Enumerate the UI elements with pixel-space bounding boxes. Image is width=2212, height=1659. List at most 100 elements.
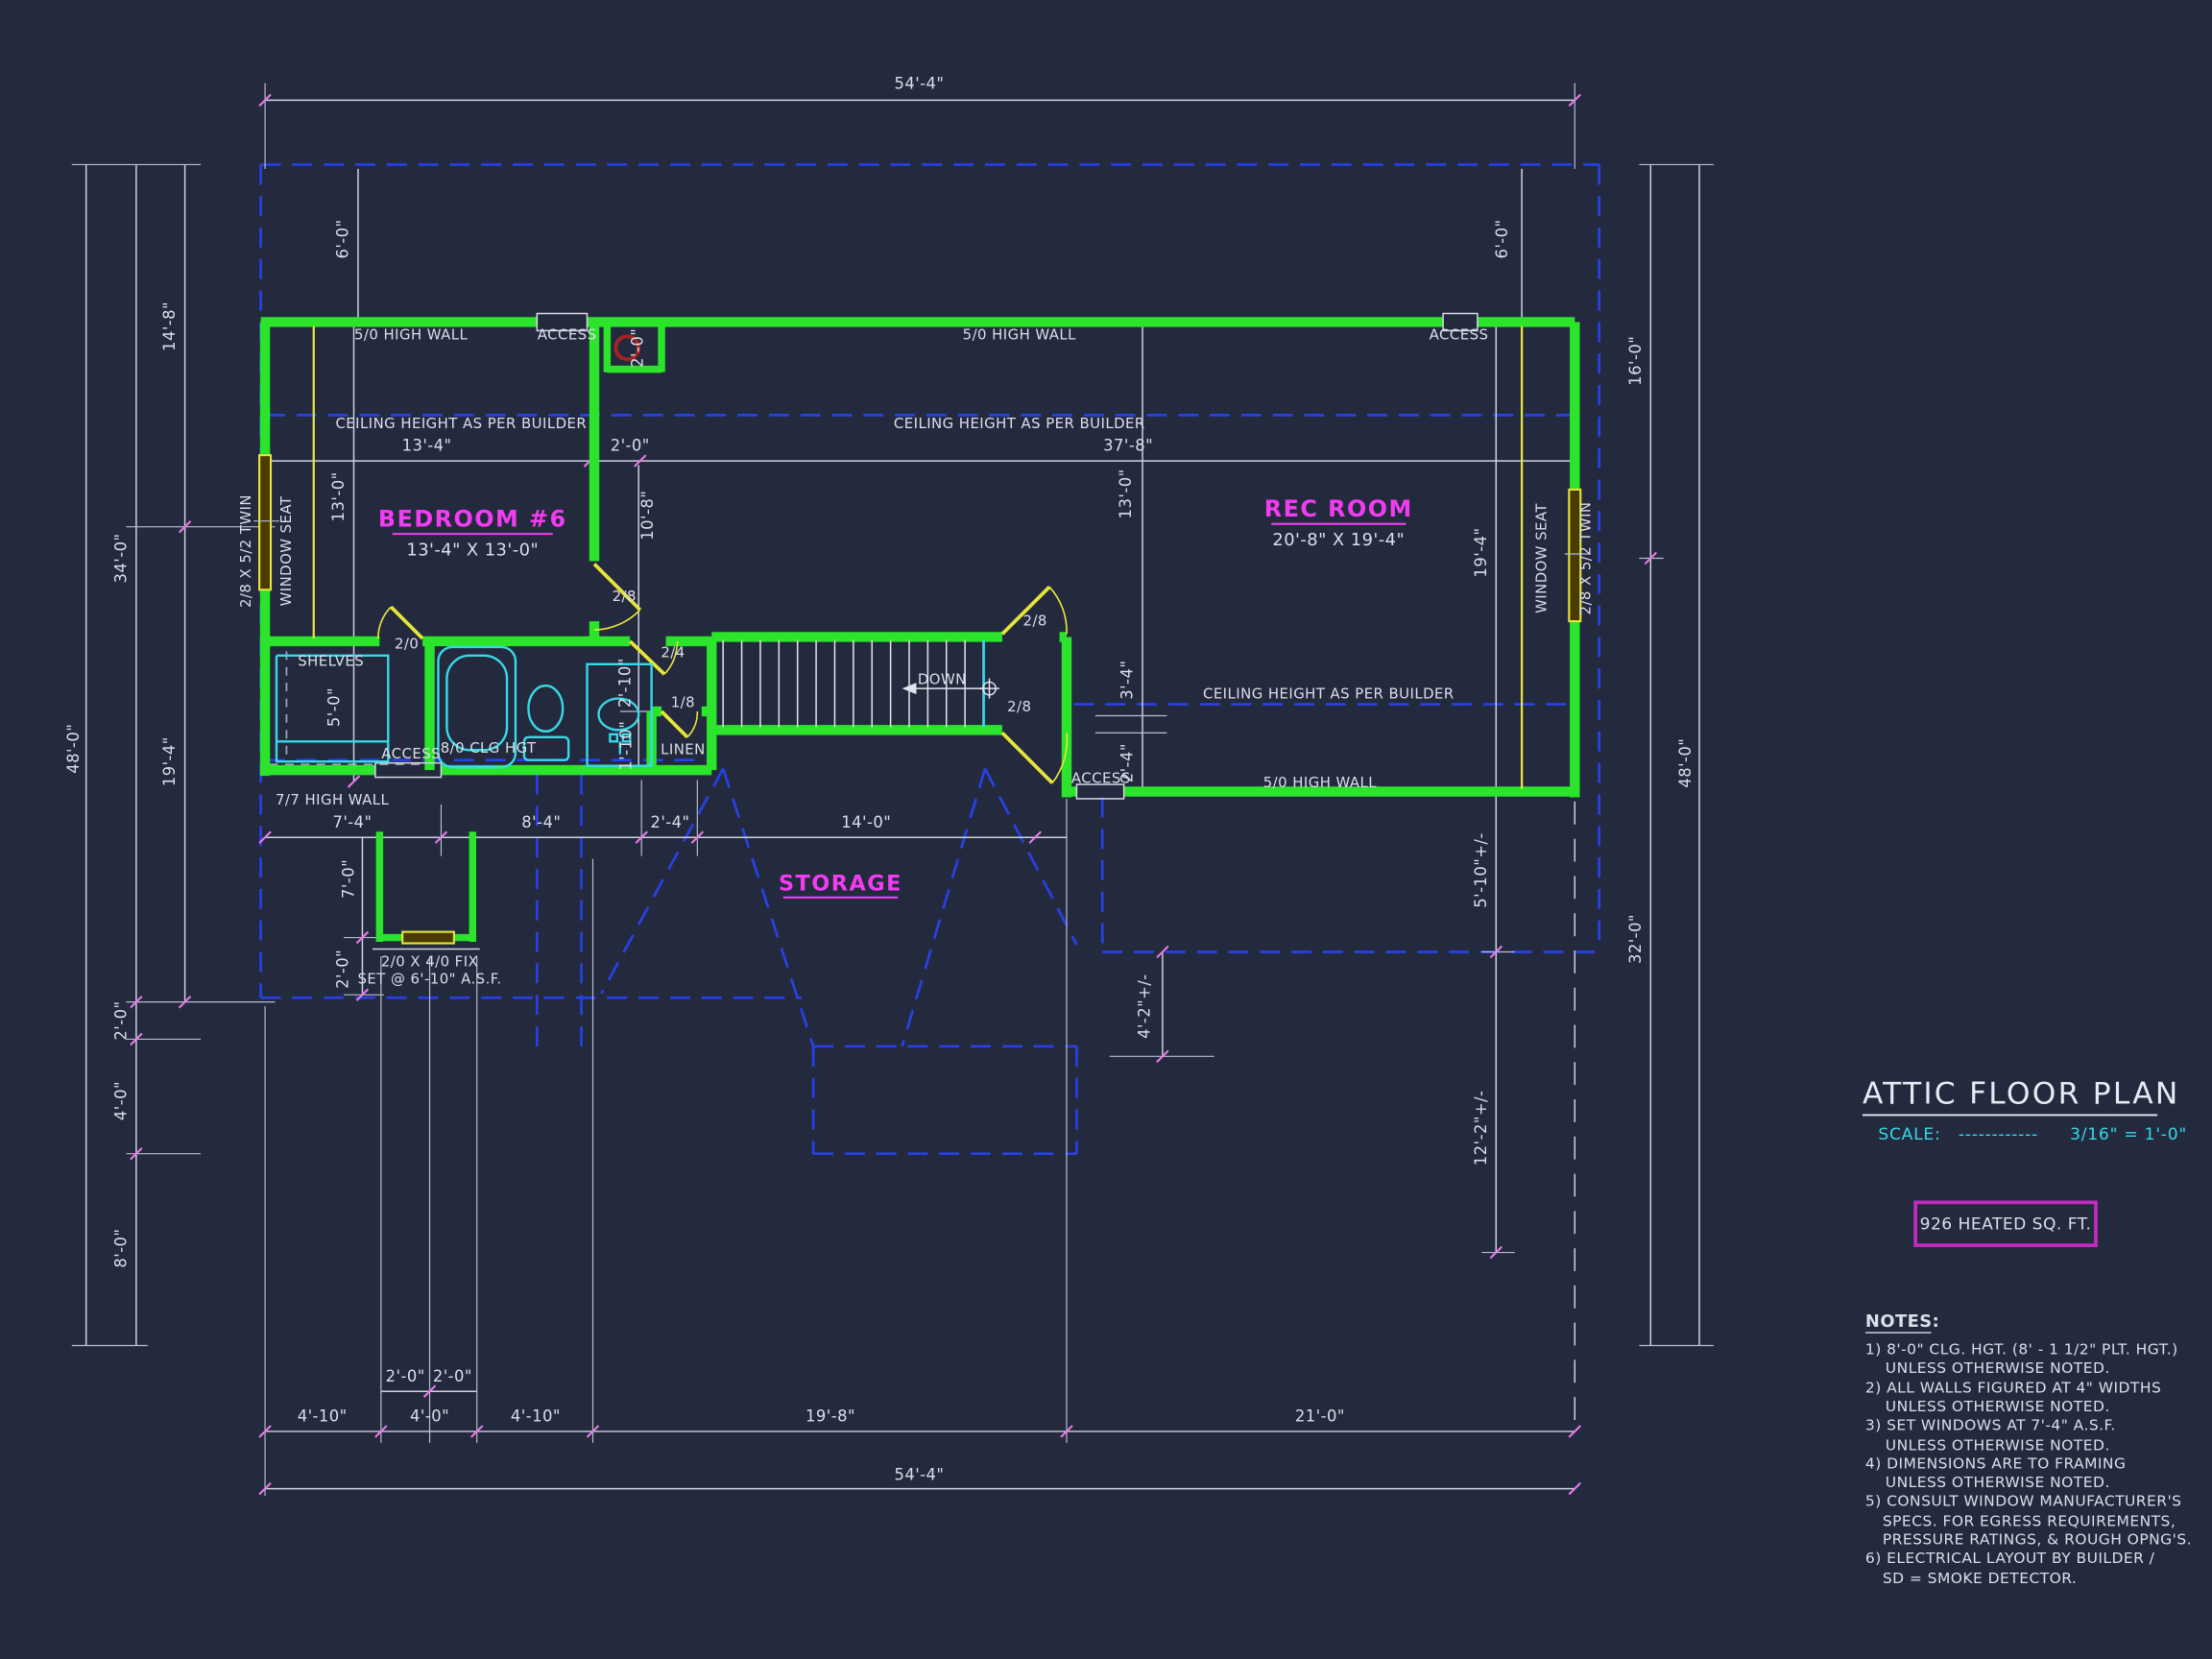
- dim: 7'-0": [340, 859, 358, 899]
- dim: 2'-0": [386, 1367, 425, 1385]
- fixed-window-note: SET @ 6'-10" A.S.F.: [358, 970, 502, 987]
- notes-heading: NOTES:: [1865, 1311, 1939, 1332]
- dim: 5'-0": [325, 687, 344, 727]
- heated-area-label: 926 HEATED SQ. FT.: [1920, 1215, 2092, 1235]
- note-line: SD = SMOKE DETECTOR.: [1883, 1570, 2077, 1587]
- dim: 2'-0": [629, 328, 647, 368]
- dim: 4'-0": [111, 1081, 130, 1120]
- dim: 8'-0": [111, 1229, 130, 1268]
- note-line: 6) ELECTRICAL LAYOUT BY BUILDER /: [1865, 1550, 2155, 1567]
- room-size-rec: 20'-8" X 19'-4": [1272, 530, 1405, 550]
- dim: 32'-0": [1626, 914, 1645, 964]
- dim: 2'-0": [433, 1367, 472, 1385]
- dim: 21'-0": [1295, 1407, 1345, 1426]
- note-line: PRESSURE RATINGS, & ROUGH OPNG'S.: [1883, 1531, 2192, 1549]
- note-line: UNLESS OTHERWISE NOTED.: [1886, 1398, 2110, 1415]
- window-seat-label: WINDOW SEAT: [277, 495, 295, 606]
- dim: 2'-0": [111, 1001, 130, 1041]
- note-line: UNLESS OTHERWISE NOTED.: [1886, 1474, 2110, 1491]
- access-label: ACCESS: [1071, 770, 1131, 787]
- note-line: 5) CONSULT WINDOW MANUFACTURER'S: [1865, 1492, 2182, 1509]
- room-size-bedroom: 13'-4" X 13'-0": [406, 540, 539, 560]
- door-size-label: 1/8: [671, 694, 695, 711]
- title-block: ATTIC FLOOR PLAN SCALE: ------------ 3/1…: [1863, 1077, 2192, 1587]
- dim: 7'-4": [332, 813, 372, 831]
- dim: 12'-2"+/-: [1472, 1091, 1490, 1166]
- room-name-storage: STORAGE: [779, 871, 902, 896]
- dim: 2'-10": [615, 658, 634, 708]
- dim: 6'-0": [334, 219, 352, 258]
- dim: 4'-10": [511, 1407, 561, 1426]
- linen-label: LINEN: [661, 741, 706, 758]
- shelves-label: SHELVES: [298, 652, 364, 669]
- note-line: 1) 8'-0" CLG. HGT. (8' - 1 1/2" PLT. HGT…: [1865, 1340, 2178, 1358]
- dim: 37'-8": [1103, 437, 1153, 455]
- dim: 3'-4": [1118, 661, 1137, 700]
- floor-plan-drawing: 54'-4" 54'-4" 6'-0" 6'-0" 14'-8" 19'-4" …: [0, 0, 2212, 1659]
- dim: 10'-8": [638, 491, 657, 541]
- note-line: UNLESS OTHERWISE NOTED.: [1886, 1436, 2110, 1454]
- note-line: 3) SET WINDOWS AT 7'-4" A.S.F.: [1865, 1416, 2116, 1433]
- twin-window-label: 2/8 X 5/2 TWIN: [1577, 501, 1595, 614]
- high-wall-label: 5/0 HIGH WALL: [354, 325, 469, 343]
- scale-note: SCALE: ------------ 3/16" = 1'-0": [1878, 1125, 2187, 1144]
- ceiling-height-label: CEILING HEIGHT AS PER BUILDER: [335, 415, 587, 432]
- dim: 13'-0": [329, 471, 348, 521]
- roof-outline-dashed: [261, 164, 1599, 1433]
- annotation-texts: 5/0 HIGH WALL 5/0 HIGH WALL 5/0 HIGH WAL…: [237, 325, 1595, 987]
- note-line: 4) DIMENSIONS ARE TO FRAMING: [1865, 1455, 2126, 1473]
- door-size-label: 2/0: [395, 635, 419, 652]
- dormer-fixed-window: [402, 932, 454, 944]
- dim: 6'-0": [1493, 219, 1511, 258]
- high-wall-label: 5/0 HIGH WALL: [963, 325, 1077, 343]
- twin-window-left: [259, 455, 271, 589]
- door-size-label: 2/8: [1023, 613, 1047, 630]
- note-line: 2) ALL WALLS FIGURED AT 4" WIDTHS: [1865, 1380, 2161, 1397]
- dim: 2'-4": [650, 813, 689, 831]
- dim: 13'-4": [402, 437, 452, 455]
- room-name-rec: REC ROOM: [1264, 495, 1413, 522]
- down-label: DOWN: [918, 671, 967, 688]
- dim: 2'-0": [334, 950, 352, 989]
- cad-attic-floor-plan-sheet: 54'-4" 54'-4" 6'-0" 6'-0" 14'-8" 19'-4" …: [0, 0, 2212, 1659]
- ceiling-height-label: CEILING HEIGHT AS PER BUILDER: [1203, 685, 1455, 703]
- dim: 19'-4": [1472, 528, 1490, 578]
- dim: 5'-10"+/-: [1472, 832, 1490, 907]
- clg-hgt-label: 8/0 CLG HGT: [441, 739, 537, 757]
- dim: 34'-0": [111, 533, 130, 583]
- faucet: [610, 734, 616, 741]
- dim: 4'-10": [298, 1407, 348, 1426]
- dim: 8'-4": [521, 813, 561, 831]
- note-line: UNLESS OTHERWISE NOTED.: [1886, 1359, 2110, 1377]
- dim: 48'-0": [64, 724, 83, 774]
- bathtub-inner: [446, 656, 507, 750]
- dimension-texts: 54'-4" 54'-4" 6'-0" 6'-0" 14'-8" 19'-4" …: [64, 74, 1695, 1483]
- dim: 13'-0": [1117, 469, 1135, 518]
- dim: 14'-0": [841, 813, 891, 831]
- toilet-bowl: [528, 685, 563, 732]
- dim: 14'-8": [160, 301, 179, 351]
- dim: 48'-0": [1676, 738, 1695, 788]
- ceiling-height-label: CEILING HEIGHT AS PER BUILDER: [894, 415, 1145, 432]
- access-label: ACCESS: [538, 325, 597, 343]
- door-size-label: 2/8: [1007, 698, 1031, 715]
- dim: 19'-8": [805, 1407, 855, 1426]
- dim: 2'-0": [611, 437, 650, 455]
- door-size-label: 2/8: [613, 588, 637, 605]
- high-wall-label: 7/7 HIGH WALL: [276, 791, 390, 808]
- dim: 1'-10": [617, 721, 636, 771]
- dim: 16'-0": [1626, 336, 1645, 386]
- window-seat-label: WINDOW SEAT: [1532, 503, 1550, 613]
- dim: 4'-2"+/-: [1135, 974, 1153, 1039]
- access-label: ACCESS: [1430, 325, 1489, 343]
- access-label: ACCESS: [381, 745, 441, 762]
- sheet-title: ATTIC FLOOR PLAN: [1863, 1077, 2180, 1112]
- windows: [253, 314, 1591, 944]
- fixed-window-note: 2/0 X 4/0 FIX: [381, 952, 478, 970]
- dim: 4'-0": [410, 1407, 449, 1426]
- note-line: SPECS. FOR EGRESS REQUIREMENTS,: [1883, 1512, 2176, 1529]
- high-wall-label: 5/0 HIGH WALL: [1263, 774, 1378, 791]
- room-name-bedroom: BEDROOM #6: [378, 506, 567, 533]
- door-size-label: 2/4: [661, 643, 685, 661]
- dim-total-bottom: 54'-4": [894, 1466, 944, 1484]
